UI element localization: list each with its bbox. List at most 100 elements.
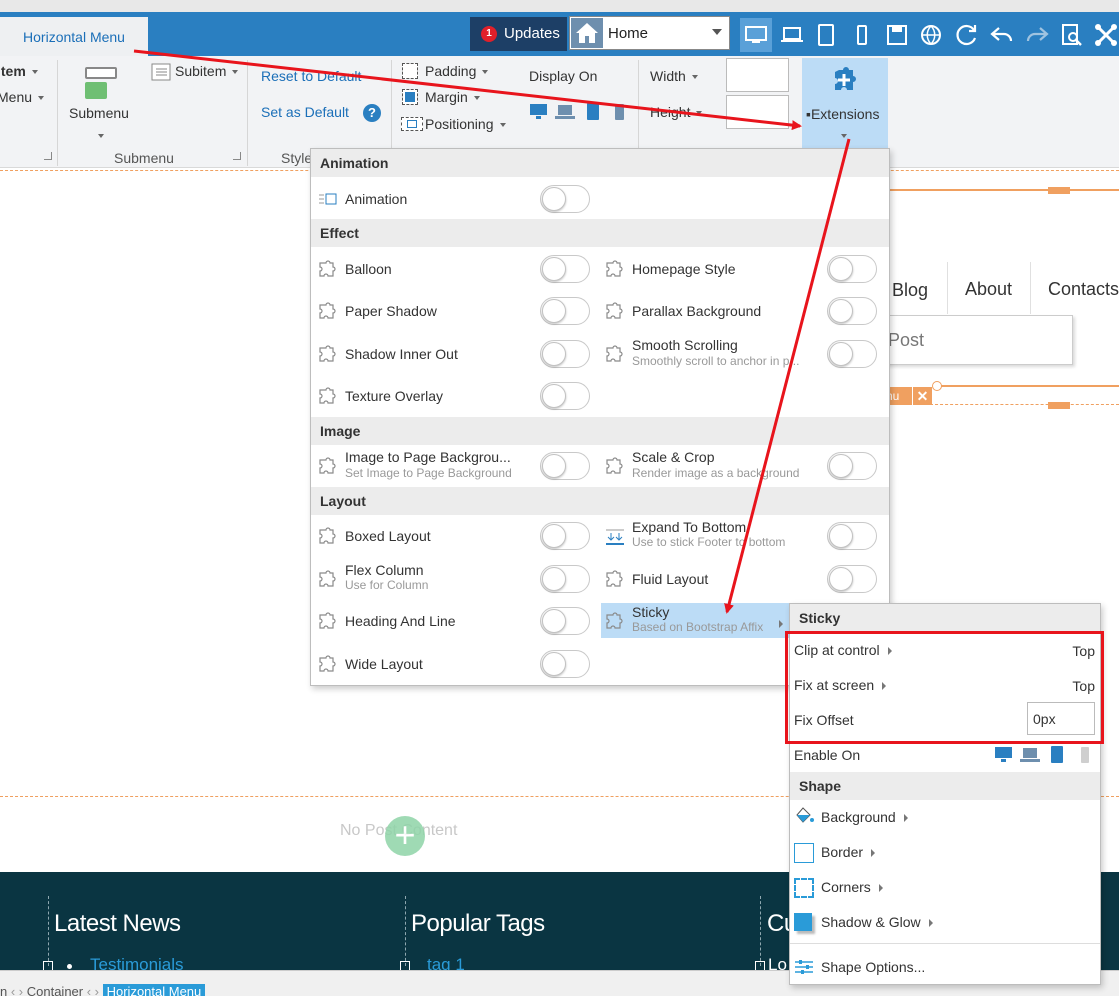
chevron-right-icon: [779, 615, 783, 631]
puzzle-icon: [606, 345, 623, 362]
section-layout: Layout: [311, 487, 889, 515]
canvas-guide-line: [930, 404, 1119, 405]
display-on-label: Display On: [529, 68, 598, 84]
extension-label-sticky[interactable]: Sticky: [632, 604, 669, 620]
chevron-down-icon: [98, 127, 104, 143]
extension-label-flex-column: Flex Column: [345, 562, 424, 578]
save-icon[interactable]: [884, 22, 910, 48]
extension-label-parallax-background: Parallax Background: [632, 303, 762, 319]
selection-anchor[interactable]: [932, 381, 942, 391]
flex-column-toggle[interactable]: [540, 565, 590, 593]
tab-horizontal-menu[interactable]: Horizontal Menu: [0, 14, 148, 56]
background-item[interactable]: Background: [821, 809, 908, 825]
submenu-button[interactable]: Submenu: [69, 105, 129, 121]
group-launcher-icon[interactable]: [44, 152, 52, 160]
boxed-layout-toggle[interactable]: [540, 522, 590, 550]
corners-item[interactable]: Corners: [821, 879, 883, 895]
extension-label-boxed-layout: Boxed Layout: [345, 528, 431, 544]
refresh-icon[interactable]: [954, 22, 980, 48]
padding-icon: [402, 63, 418, 79]
column-guide: [405, 896, 406, 966]
tablet-icon[interactable]: [813, 22, 839, 48]
positioning-dropdown[interactable]: Positioning: [425, 116, 506, 132]
padding-dropdown[interactable]: Padding: [425, 63, 489, 79]
menu-dropdown[interactable]: Menu: [0, 89, 45, 105]
selection-guide: [885, 189, 1119, 191]
puzzle-icon: [319, 457, 336, 474]
display-on-devices[interactable]: [528, 102, 628, 122]
globe-icon[interactable]: [919, 22, 945, 48]
shadow-glow-item[interactable]: Shadow & Glow: [821, 914, 933, 930]
extension-desc-smooth-scrolling: Smoothly scroll to anchor in p...: [632, 354, 800, 368]
nav-item-contacts[interactable]: Contacts: [1048, 279, 1119, 300]
puzzle-icon: [319, 387, 336, 404]
nav-item-blog[interactable]: Blog: [892, 280, 928, 301]
heading-and-line-toggle[interactable]: [540, 607, 590, 635]
submenu-icon: [85, 67, 117, 79]
height-dropdown[interactable]: Height: [650, 104, 703, 120]
homepage-style-toggle[interactable]: [827, 255, 877, 283]
footer-title-popular-tags: Popular Tags: [411, 910, 545, 937]
shape-options-item[interactable]: Shape Options...: [821, 959, 925, 975]
enable-on-label: Enable On: [794, 747, 861, 763]
footer-title-latest-news: Latest News: [54, 910, 181, 937]
desktop-icon[interactable]: [743, 22, 769, 48]
nav-item-about[interactable]: About: [965, 279, 1012, 300]
width-dropdown[interactable]: Width: [650, 68, 698, 84]
margin-dropdown[interactable]: Margin: [425, 89, 480, 105]
add-content-button[interactable]: +: [385, 816, 425, 856]
parallax-background-toggle[interactable]: [827, 297, 877, 325]
submenu-preview-item[interactable]: Post: [888, 330, 924, 351]
group-launcher-icon[interactable]: [233, 152, 241, 160]
paper-shadow-toggle[interactable]: [540, 297, 590, 325]
fluid-layout-toggle[interactable]: [827, 565, 877, 593]
smooth-scrolling-toggle[interactable]: [827, 340, 877, 368]
scale-crop-toggle[interactable]: [827, 452, 877, 480]
wide-layout-toggle[interactable]: [540, 650, 590, 678]
redo-icon[interactable]: [1024, 22, 1050, 48]
puzzle-icon: [606, 457, 623, 474]
subitem-icon: [151, 63, 171, 81]
preview-icon[interactable]: [1059, 22, 1085, 48]
extension-label-shadow-inner-out: Shadow Inner Out: [345, 346, 458, 362]
expand-to-bottom-toggle[interactable]: [827, 522, 877, 550]
breadcrumb-item-active[interactable]: Horizontal Menu: [102, 984, 206, 996]
close-icon[interactable]: ✕: [912, 387, 932, 405]
width-input[interactable]: [726, 58, 789, 92]
breadcrumb-item[interactable]: Container: [27, 984, 83, 996]
puzzle-icon: [319, 612, 336, 629]
selection-handle[interactable]: [1048, 402, 1070, 409]
shape-section-title: Shape: [790, 772, 1100, 800]
enable-on-devices[interactable]: [994, 745, 1094, 765]
set-as-default-link[interactable]: Set as Default: [261, 104, 349, 120]
joomla-icon[interactable]: [1093, 22, 1119, 48]
reset-to-default-link[interactable]: Reset to Default: [261, 68, 361, 84]
subitem-dropdown[interactable]: Subitem: [175, 63, 239, 79]
help-icon[interactable]: ?: [363, 104, 381, 122]
style-group-label: Style: [281, 150, 313, 166]
selection-handle[interactable]: [1048, 187, 1070, 194]
breadcrumb-trail: n ‹ › Container ‹ › Horizontal Menu: [0, 984, 206, 996]
undo-icon[interactable]: [989, 22, 1015, 48]
phone-icon[interactable]: [849, 22, 875, 48]
extension-label-homepage-style: Homepage Style: [632, 261, 736, 277]
balloon-toggle[interactable]: [540, 255, 590, 283]
texture-overlay-toggle[interactable]: [540, 382, 590, 410]
puzzle-icon: [319, 260, 336, 277]
paint-bucket-icon: [796, 807, 814, 823]
sliders-icon: [795, 960, 813, 974]
border-item[interactable]: Border: [821, 844, 876, 860]
image-to-page-background-toggle[interactable]: [540, 452, 590, 480]
window-top-strip: [0, 0, 1119, 12]
ribbon-separator: [638, 60, 639, 148]
column-guide: [760, 896, 761, 966]
ribbon-separator: [57, 60, 58, 166]
shadow-inner-out-toggle[interactable]: [540, 340, 590, 368]
corners-icon: [794, 878, 814, 898]
submenu-icon-fill: [85, 82, 107, 99]
animation-toggle[interactable]: [540, 185, 590, 213]
height-input[interactable]: [726, 95, 789, 129]
laptop-icon[interactable]: [779, 22, 805, 48]
item-dropdown[interactable]: Item: [0, 63, 38, 79]
puzzle-icon: [606, 302, 623, 319]
